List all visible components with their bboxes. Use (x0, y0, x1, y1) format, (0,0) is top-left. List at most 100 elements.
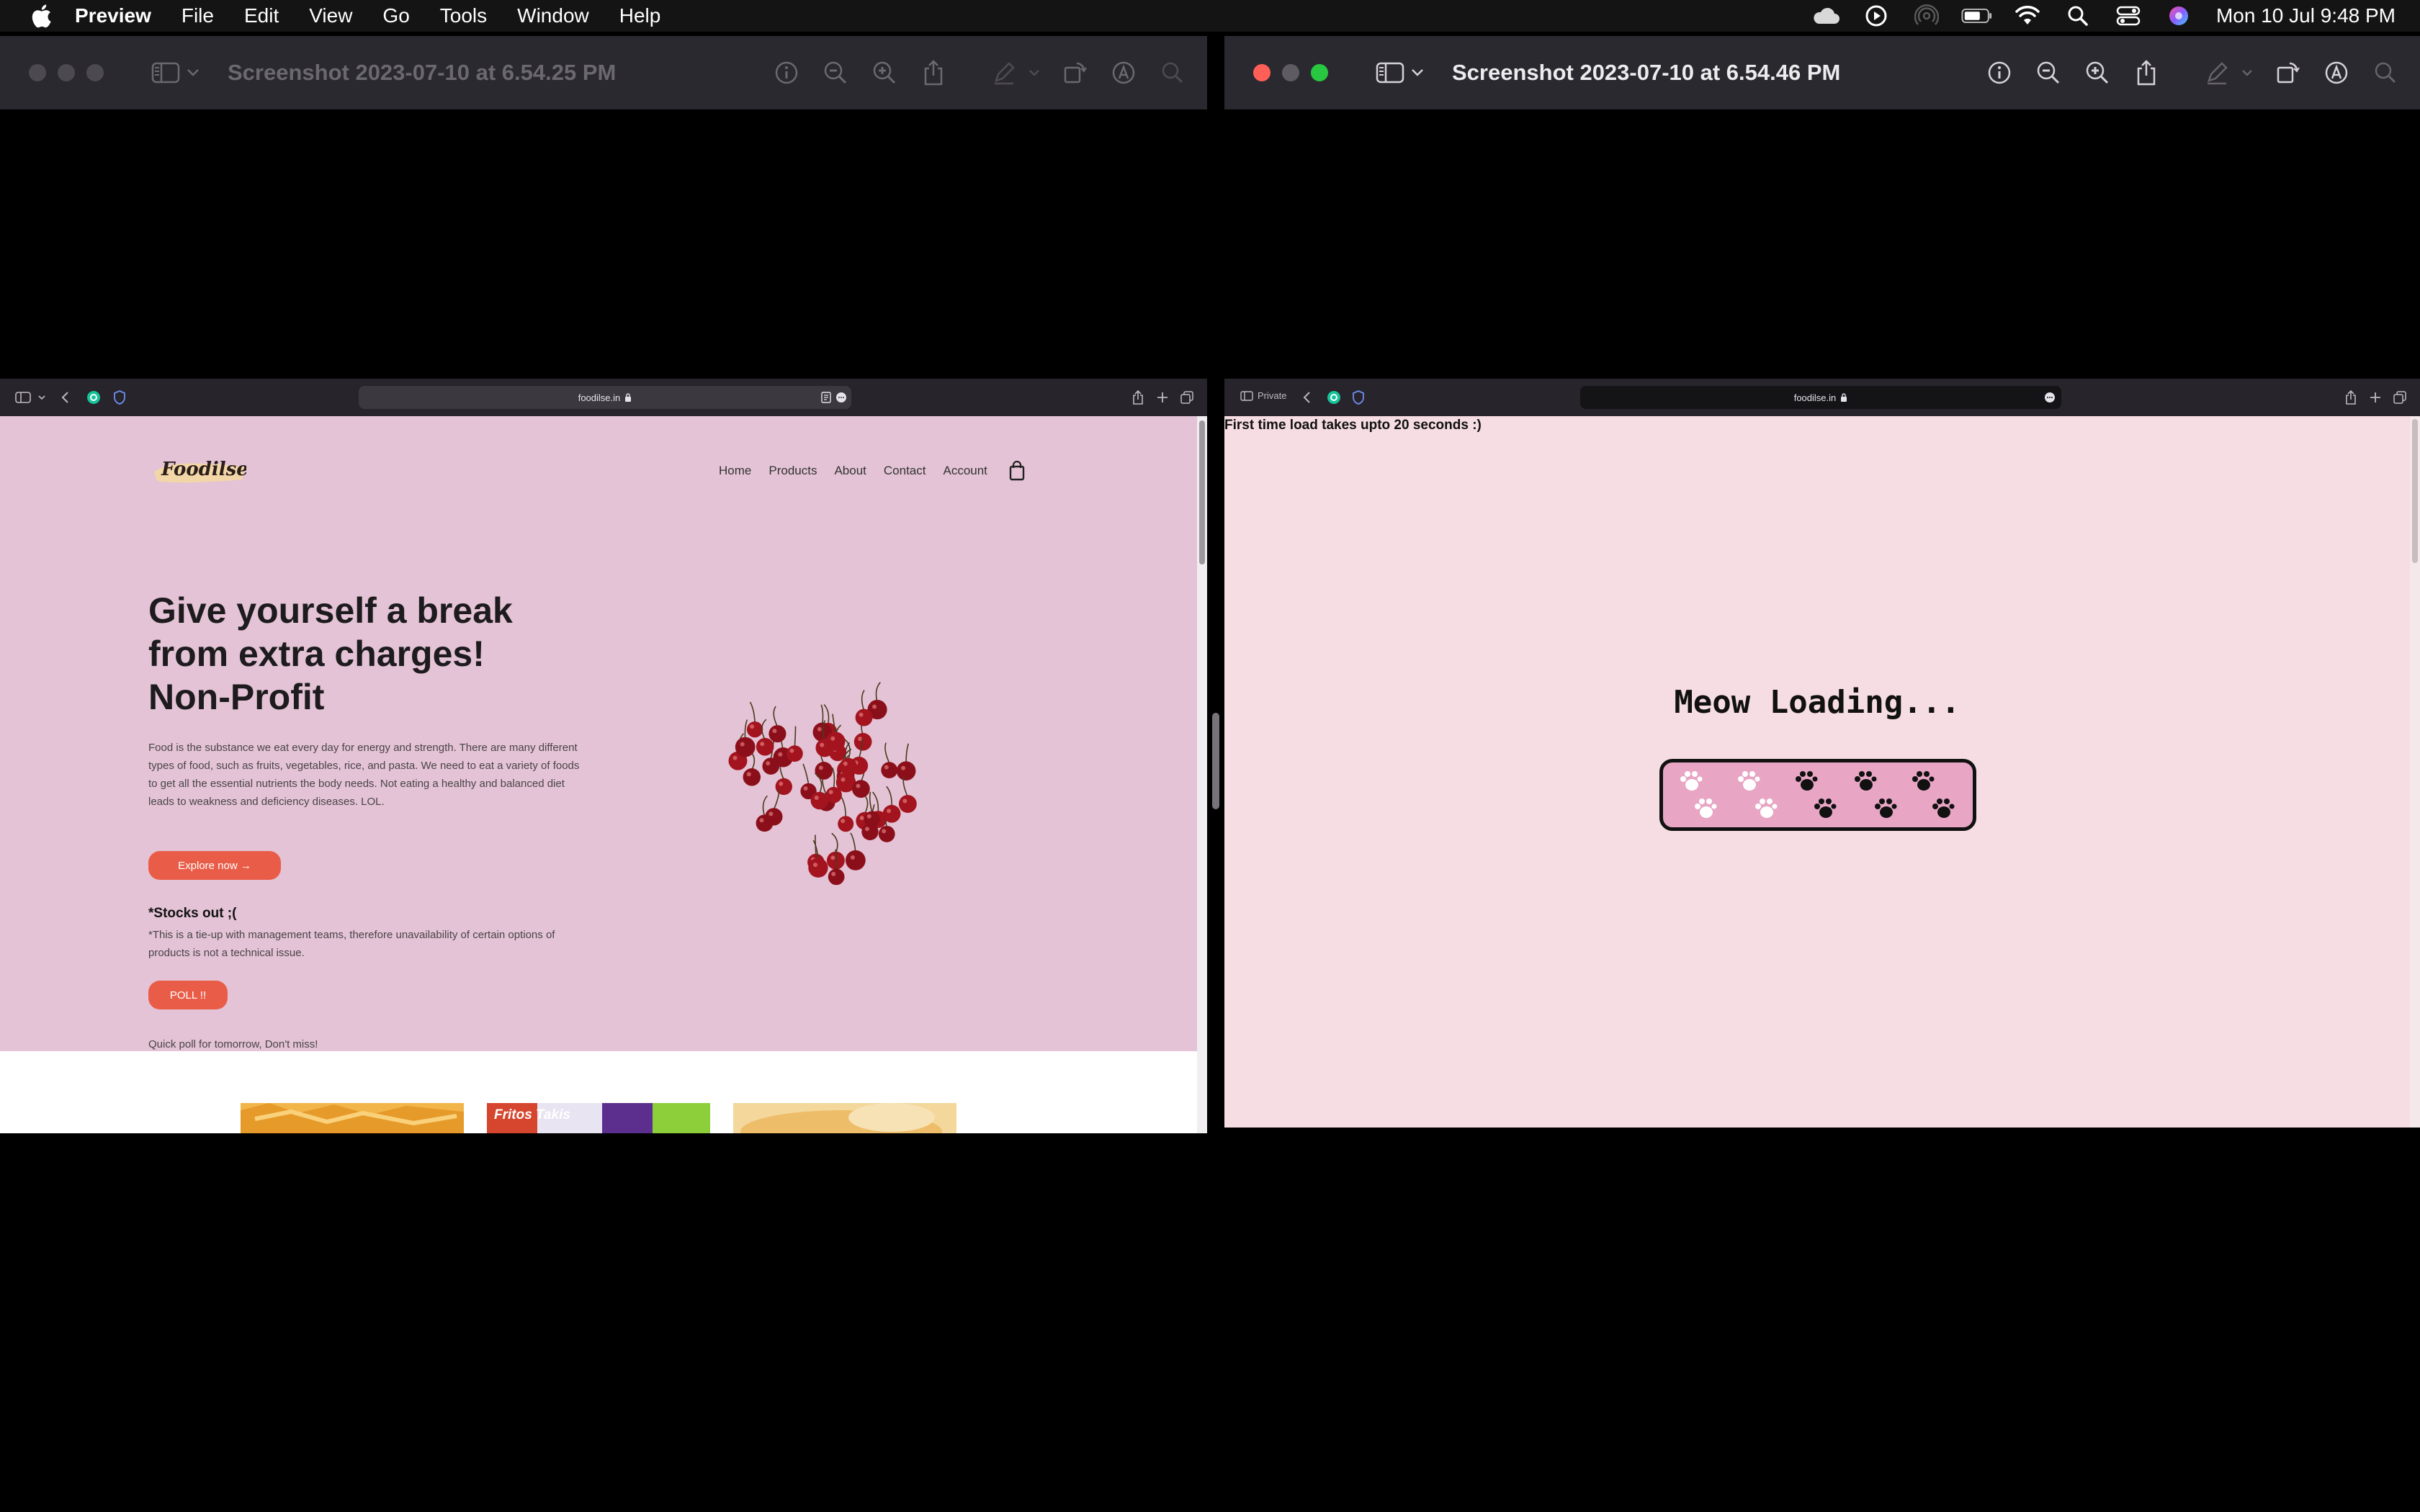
paw-print-icon (1796, 771, 1818, 791)
paw-print-icon (1755, 798, 1778, 818)
close-window-button[interactable] (1253, 64, 1270, 81)
scrollbar-thumb[interactable] (1199, 420, 1205, 564)
zoom-out-icon[interactable] (2033, 57, 2064, 89)
nav-home[interactable]: Home (719, 464, 751, 478)
page-scrollbar[interactable] (2410, 416, 2420, 1128)
sidebar-toggle-icon[interactable] (1371, 58, 1409, 87)
markup-pen-icon[interactable] (988, 57, 1020, 89)
nav-about[interactable]: About (834, 464, 866, 478)
window-controls (1253, 64, 1340, 81)
headline-line-1: Give yourself a break (148, 590, 513, 631)
address-bar[interactable]: foodilse.in (1580, 386, 2061, 409)
chevron-down-icon[interactable] (1409, 58, 1426, 87)
annotate-icon[interactable] (1108, 57, 1139, 89)
back-icon[interactable] (55, 387, 75, 408)
apple-menu-icon[interactable] (26, 0, 56, 32)
menu-go[interactable]: Go (382, 4, 409, 27)
more-icon[interactable] (835, 392, 847, 403)
search-icon[interactable] (2370, 57, 2401, 89)
menu-edit[interactable]: Edit (244, 4, 279, 27)
share-icon[interactable] (1128, 387, 1148, 408)
minimize-window-button[interactable] (58, 64, 75, 81)
poll-button[interactable]: POLL !! (148, 981, 228, 1009)
menu-bar-clock[interactable]: Mon 10 Jul 9:48 PM (2216, 4, 2396, 27)
sidebar-icon[interactable] (1240, 390, 1253, 401)
paw-print-icon (1855, 771, 1877, 791)
shopping-bag-icon[interactable] (1009, 460, 1025, 481)
tab-overview-icon[interactable] (2390, 387, 2410, 408)
share-icon[interactable] (918, 57, 949, 89)
private-browsing-indicator: Private (1240, 390, 1286, 401)
product-tile-2[interactable]: Fritos Takis (487, 1103, 710, 1133)
sidebar-icon[interactable] (13, 387, 33, 408)
minimize-window-button[interactable] (1282, 64, 1299, 81)
zoom-in-icon[interactable] (869, 57, 900, 89)
airdrop-icon[interactable] (1911, 0, 1942, 32)
poll-note: Quick poll for tomorrow, Don't miss! (148, 1038, 318, 1050)
grammarly-icon[interactable] (1324, 387, 1344, 408)
icloud-icon[interactable] (1810, 0, 1842, 32)
markup-pen-icon[interactable] (2201, 57, 2233, 89)
app-menu-preview[interactable]: Preview (75, 4, 151, 27)
nav-contact[interactable]: Contact (884, 464, 926, 478)
split-view-divider[interactable] (1207, 36, 1224, 1133)
shield-icon[interactable] (1348, 387, 1368, 408)
rotate-icon[interactable] (1059, 57, 1090, 89)
shield-icon[interactable] (109, 387, 130, 408)
safari-screenshot: Private foodilse.in First time load take… (1224, 379, 2420, 1133)
zoom-in-icon[interactable] (2081, 57, 2113, 89)
headline-line-3: Non-Profit (148, 677, 325, 717)
nav-products[interactable]: Products (768, 464, 817, 478)
paw-print-icon (1695, 798, 1717, 818)
site-logo[interactable]: Foodilse (153, 451, 248, 487)
menu-tools[interactable]: Tools (440, 4, 487, 27)
zoom-window-button[interactable] (1311, 64, 1328, 81)
grammarly-icon[interactable] (84, 387, 104, 408)
control-center-icon[interactable] (2112, 0, 2144, 32)
wifi-icon[interactable] (2012, 0, 2043, 32)
search-icon[interactable] (2062, 0, 2094, 32)
menu-file[interactable]: File (182, 4, 214, 27)
close-window-button[interactable] (29, 64, 46, 81)
more-icon[interactable] (2044, 392, 2056, 403)
siri-icon[interactable] (2163, 0, 2195, 32)
chevron-down-icon[interactable] (184, 58, 202, 87)
battery-icon[interactable] (1961, 0, 1993, 32)
new-tab-icon[interactable] (1152, 387, 1173, 408)
private-label: Private (1258, 390, 1287, 401)
back-icon[interactable] (1296, 387, 1317, 408)
annotate-icon[interactable] (2321, 57, 2352, 89)
zoom-window-button[interactable] (86, 64, 104, 81)
sidebar-toggle-icon[interactable] (147, 58, 184, 87)
new-tab-icon[interactable] (2365, 387, 2385, 408)
rotate-icon[interactable] (2272, 57, 2303, 89)
scrollbar-thumb[interactable] (2412, 419, 2418, 563)
reader-icon[interactable] (821, 392, 831, 403)
divider-handle[interactable] (1212, 713, 1219, 809)
menu-window[interactable]: Window (517, 4, 589, 27)
product-tile-1[interactable] (241, 1103, 464, 1133)
info-icon[interactable] (771, 57, 802, 89)
preview-toolbar (1966, 36, 2401, 109)
search-icon[interactable] (1157, 57, 1188, 89)
menu-help[interactable]: Help (619, 4, 661, 27)
address-bar[interactable]: foodilse.in (359, 386, 851, 409)
product-tile-3[interactable] (733, 1103, 956, 1133)
chevron-down-icon[interactable] (1027, 57, 1041, 89)
tab-overview-icon[interactable] (1177, 387, 1197, 408)
zoom-out-icon[interactable] (820, 57, 851, 89)
preview-toolbar (753, 36, 1188, 109)
nav-account[interactable]: Account (943, 464, 987, 478)
menu-view[interactable]: View (309, 4, 352, 27)
info-icon[interactable] (1984, 57, 2015, 89)
hero-headline: Give yourself a break from extra charges… (148, 589, 638, 719)
page-scrollbar[interactable] (1197, 416, 1207, 1133)
share-icon[interactable] (2130, 57, 2162, 89)
share-icon[interactable] (2341, 387, 2361, 408)
chevron-down-icon[interactable] (32, 387, 52, 408)
play-circle-icon[interactable] (1860, 0, 1892, 32)
explore-now-button[interactable]: Explore now → (148, 851, 281, 880)
paw-print-icon (1738, 771, 1760, 791)
chevron-down-icon[interactable] (2240, 57, 2254, 89)
document-title: Screenshot 2023-07-10 at 6.54.46 PM (1452, 60, 1841, 85)
